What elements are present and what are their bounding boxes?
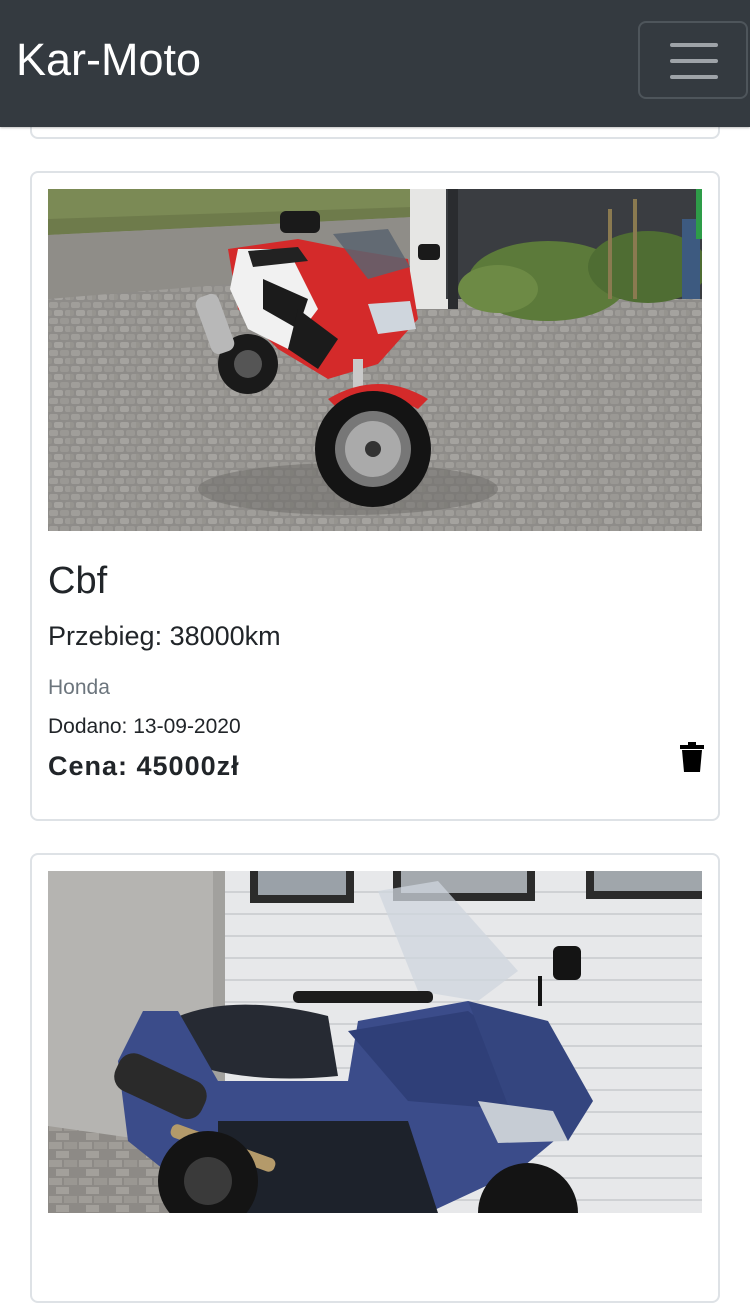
listing-card [30,853,720,1303]
listing-card: Cbf Przebieg: 38000km Honda Dodano: 13-0… [30,171,720,821]
brand-logo-link[interactable]: Kar-Moto [16,30,201,90]
hamburger-menu-icon [670,43,718,47]
motorcycle-photo[interactable] [48,871,702,1213]
listing-added-date: Dodano: 13-09-2020 [48,715,241,738]
listing-brand: Honda [48,676,110,699]
listing-price: Cena: 45000zł [48,751,240,781]
trash-icon[interactable] [680,742,704,772]
listing-title[interactable]: Cbf [48,559,107,603]
listing-mileage: Przebieg: 38000km [48,621,281,651]
top-navbar: Kar-Moto [0,0,750,127]
navbar-toggler-button[interactable] [638,21,748,99]
motorcycle-photo[interactable] [48,189,702,531]
